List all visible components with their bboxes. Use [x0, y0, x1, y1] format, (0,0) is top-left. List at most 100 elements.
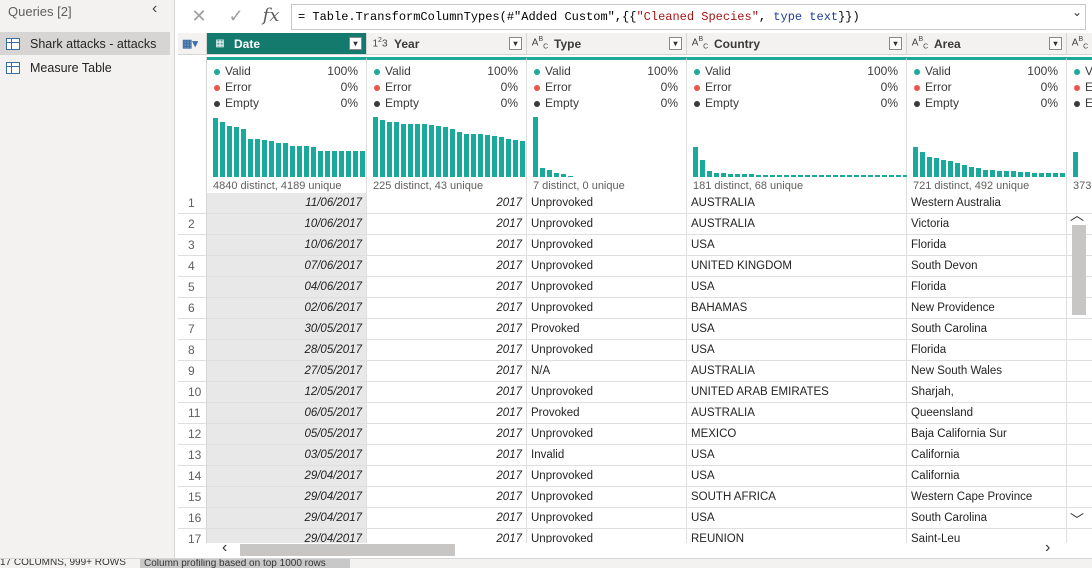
- cell-country[interactable]: UNITED ARAB EMIRATES: [687, 382, 907, 403]
- row-number[interactable]: 11: [178, 403, 207, 424]
- horizontal-scroll-thumb[interactable]: [240, 544, 455, 556]
- cell-date[interactable]: 30/05/2017: [207, 319, 367, 340]
- cell-area[interactable]: South Devon: [907, 256, 1067, 277]
- cell-year[interactable]: 2017: [367, 466, 527, 487]
- cell-country[interactable]: USA: [687, 235, 907, 256]
- cell-date[interactable]: 29/04/2017: [207, 466, 367, 487]
- cell-year[interactable]: 2017: [367, 361, 527, 382]
- cell-type[interactable]: Unprovoked: [527, 382, 687, 403]
- cell-area[interactable]: South Carolina: [907, 319, 1067, 340]
- filter-dropdown-icon[interactable]: ▾: [889, 37, 902, 50]
- cell-country[interactable]: USA: [687, 508, 907, 529]
- cell-type[interactable]: Unprovoked: [527, 235, 687, 256]
- row-number[interactable]: 6: [178, 298, 207, 319]
- column-header-area[interactable]: ABC Area ▾: [907, 33, 1067, 55]
- cell-type[interactable]: N/A: [527, 361, 687, 382]
- type-text-icon[interactable]: ABC: [690, 36, 710, 50]
- cell-year[interactable]: 2017: [367, 487, 527, 508]
- cell-date[interactable]: 07/06/2017: [207, 256, 367, 277]
- profiling-note[interactable]: Column profiling based on top 1000 rows: [140, 559, 350, 568]
- row-number[interactable]: 13: [178, 445, 207, 466]
- cell-year[interactable]: 2017: [367, 277, 527, 298]
- close-icon[interactable]: ✕: [186, 4, 212, 28]
- formula-expand-chevron-icon[interactable]: ⌄: [1072, 5, 1082, 19]
- cell-year[interactable]: 2017: [367, 193, 527, 214]
- row-number[interactable]: 17: [178, 529, 207, 543]
- cell-year[interactable]: 2017: [367, 403, 527, 424]
- cell-year[interactable]: 2017: [367, 340, 527, 361]
- row-number[interactable]: 7: [178, 319, 207, 340]
- cell-country[interactable]: AUSTRALIA: [687, 193, 907, 214]
- cell-year[interactable]: 2017: [367, 424, 527, 445]
- filter-dropdown-icon[interactable]: ▾: [669, 37, 682, 50]
- cell-type[interactable]: Unprovoked: [527, 487, 687, 508]
- cell-date[interactable]: 10/06/2017: [207, 235, 367, 256]
- scroll-left-icon[interactable]: ‹: [222, 539, 227, 557]
- formula-input[interactable]: = Table.TransformColumnTypes(#"Added Cus…: [291, 4, 1086, 30]
- cell-area[interactable]: California: [907, 466, 1067, 487]
- cell-country[interactable]: USA: [687, 445, 907, 466]
- cell-area[interactable]: Baja California Sur: [907, 424, 1067, 445]
- cell-country[interactable]: MEXICO: [687, 424, 907, 445]
- row-number[interactable]: 5: [178, 277, 207, 298]
- row-number[interactable]: 15: [178, 487, 207, 508]
- filter-dropdown-icon[interactable]: ▾: [509, 37, 522, 50]
- type-text-icon[interactable]: ABC: [1070, 36, 1090, 50]
- cell-country[interactable]: AUSTRALIA: [687, 403, 907, 424]
- cell-area[interactable]: Florida: [907, 340, 1067, 361]
- cell-date[interactable]: 28/05/2017: [207, 340, 367, 361]
- cell-country[interactable]: BAHAMAS: [687, 298, 907, 319]
- column-header-type[interactable]: ABC Type ▾: [527, 33, 687, 55]
- cell-type[interactable]: Unprovoked: [527, 193, 687, 214]
- cell-type[interactable]: Provoked: [527, 319, 687, 340]
- cell-date[interactable]: 12/05/2017: [207, 382, 367, 403]
- cell-year[interactable]: 2017: [367, 508, 527, 529]
- column-header-date[interactable]: ▦ Date ▾: [207, 33, 367, 55]
- cell-year[interactable]: 2017: [367, 445, 527, 466]
- cell-country[interactable]: UNITED KINGDOM: [687, 256, 907, 277]
- cell-date[interactable]: 29/04/2017: [207, 508, 367, 529]
- cell-country[interactable]: AUSTRALIA: [687, 361, 907, 382]
- cell-type[interactable]: Unprovoked: [527, 256, 687, 277]
- cell-area[interactable]: New Providence: [907, 298, 1067, 319]
- cell-area[interactable]: New South Wales: [907, 361, 1067, 382]
- collapse-chevron-icon[interactable]: ‹: [152, 0, 157, 18]
- row-number[interactable]: 3: [178, 235, 207, 256]
- cell-date[interactable]: 05/05/2017: [207, 424, 367, 445]
- query-item-shark-attacks[interactable]: Shark attacks - attacks: [0, 32, 170, 55]
- scroll-right-icon[interactable]: ›: [1045, 539, 1050, 557]
- scroll-up-icon[interactable]: ︿: [1070, 205, 1084, 225]
- cell-area[interactable]: Queensland: [907, 403, 1067, 424]
- cell-date[interactable]: 04/06/2017: [207, 277, 367, 298]
- cell-country[interactable]: USA: [687, 466, 907, 487]
- cell-year[interactable]: 2017: [367, 214, 527, 235]
- cell-country[interactable]: USA: [687, 340, 907, 361]
- type-text-icon[interactable]: ABC: [910, 36, 930, 50]
- cell-year[interactable]: 2017: [367, 235, 527, 256]
- row-number[interactable]: 1: [178, 193, 207, 214]
- cell-year[interactable]: 2017: [367, 382, 527, 403]
- row-number[interactable]: 4: [178, 256, 207, 277]
- cell-type[interactable]: Unprovoked: [527, 508, 687, 529]
- filter-dropdown-icon[interactable]: ▾: [349, 37, 362, 50]
- cell-year[interactable]: 2017: [367, 256, 527, 277]
- check-icon[interactable]: ✓: [223, 4, 249, 28]
- cell-year[interactable]: 2017: [367, 319, 527, 340]
- column-header-year[interactable]: 123 Year ▾: [367, 33, 527, 55]
- cell-area[interactable]: Western Cape Province: [907, 487, 1067, 508]
- cell-date[interactable]: 27/05/2017: [207, 361, 367, 382]
- row-number[interactable]: 14: [178, 466, 207, 487]
- cell-date[interactable]: 02/06/2017: [207, 298, 367, 319]
- cell-type[interactable]: Unprovoked: [527, 277, 687, 298]
- horizontal-scrollbar[interactable]: ‹ ›: [210, 539, 1070, 557]
- row-number[interactable]: 10: [178, 382, 207, 403]
- type-text-icon[interactable]: ABC: [530, 36, 550, 50]
- row-number[interactable]: 16: [178, 508, 207, 529]
- cell-area[interactable]: Western Australia: [907, 193, 1067, 214]
- cell-area[interactable]: South Carolina: [907, 508, 1067, 529]
- cell-type[interactable]: Invalid: [527, 445, 687, 466]
- cell-type[interactable]: Unprovoked: [527, 340, 687, 361]
- row-number[interactable]: 9: [178, 361, 207, 382]
- cell-date[interactable]: 29/04/2017: [207, 487, 367, 508]
- cell-type[interactable]: Unprovoked: [527, 214, 687, 235]
